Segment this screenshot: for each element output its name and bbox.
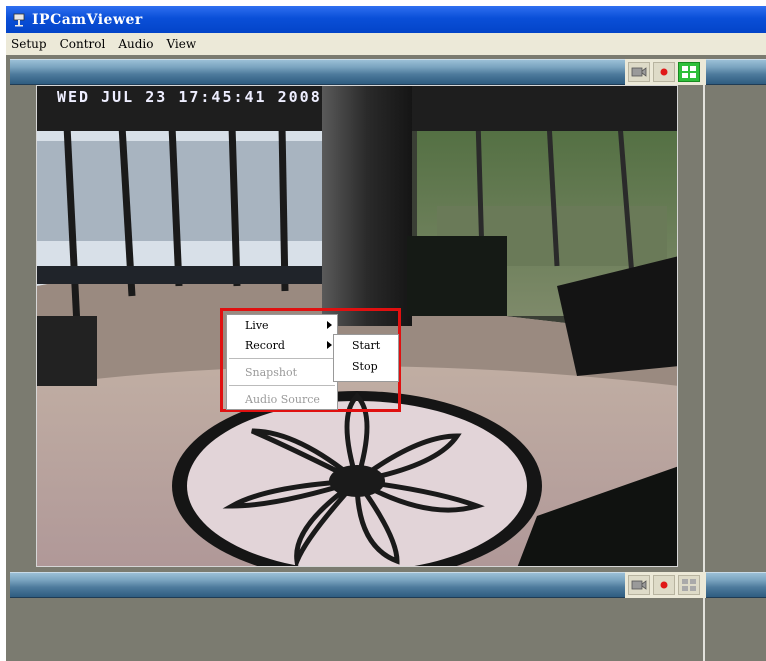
- app-icon: [12, 13, 26, 27]
- menu-audio[interactable]: Audio: [113, 37, 161, 51]
- camera-settings-icon: [631, 67, 647, 77]
- menu-setup[interactable]: Setup: [6, 37, 55, 51]
- record-submenu: Start Stop: [333, 334, 399, 382]
- menu-item-live[interactable]: Live: [227, 315, 337, 335]
- menu-item-label: Audio Source: [245, 392, 320, 406]
- context-menu: Live Record Snapshot Audio Source: [226, 314, 338, 410]
- camera-settings-button[interactable]: [628, 62, 650, 82]
- panel-divider-bottom: [703, 598, 705, 661]
- menu-item-label: Record: [245, 338, 285, 352]
- menu-separator: [229, 385, 335, 386]
- layout-button[interactable]: [678, 62, 700, 82]
- layout-button-2[interactable]: [678, 575, 700, 595]
- layout-icon: [682, 579, 696, 591]
- camera-settings-button-2[interactable]: [628, 575, 650, 595]
- menu-item-label: Live: [245, 318, 269, 332]
- record-button-2[interactable]: [653, 575, 675, 595]
- submenu-arrow-icon: [327, 321, 332, 329]
- panel-header-bar-bottom-right: [706, 572, 766, 598]
- panel-header-bar: [10, 59, 625, 85]
- menu-item-label: Snapshot: [245, 365, 297, 379]
- window-title: IPCamViewer: [32, 11, 143, 28]
- record-button[interactable]: [653, 62, 675, 82]
- menu-bar: Setup Control Audio View: [6, 33, 766, 55]
- menu-item-snapshot: Snapshot: [227, 362, 337, 382]
- context-menu-highlight: Live Record Snapshot Audio Source Start …: [220, 308, 401, 412]
- red-dot-icon: [660, 68, 668, 76]
- menu-item-audio-source: Audio Source: [227, 389, 337, 409]
- panel-header-bar-bottom: [10, 572, 625, 598]
- submenu-arrow-icon: [327, 341, 332, 349]
- menu-separator: [229, 358, 335, 359]
- submenu-item-stop[interactable]: Stop: [334, 356, 398, 377]
- title-bar: IPCamViewer: [6, 6, 766, 33]
- panel-divider: [703, 85, 705, 572]
- green-layout-icon: [682, 66, 696, 78]
- second-camera-panel[interactable]: [10, 598, 703, 661]
- menu-item-record[interactable]: Record: [227, 335, 337, 355]
- camera-settings-icon: [631, 580, 647, 590]
- panel-header-bar-right: [706, 59, 766, 85]
- panel-controls-bottom: [625, 572, 706, 598]
- submenu-item-start[interactable]: Start: [334, 335, 398, 356]
- red-dot-icon: [660, 581, 668, 589]
- video-timestamp: WED JUL 23 17:45:41 2008: [57, 88, 322, 106]
- menu-view[interactable]: View: [161, 37, 204, 51]
- menu-control[interactable]: Control: [55, 37, 114, 51]
- panel-controls-top: [625, 59, 706, 85]
